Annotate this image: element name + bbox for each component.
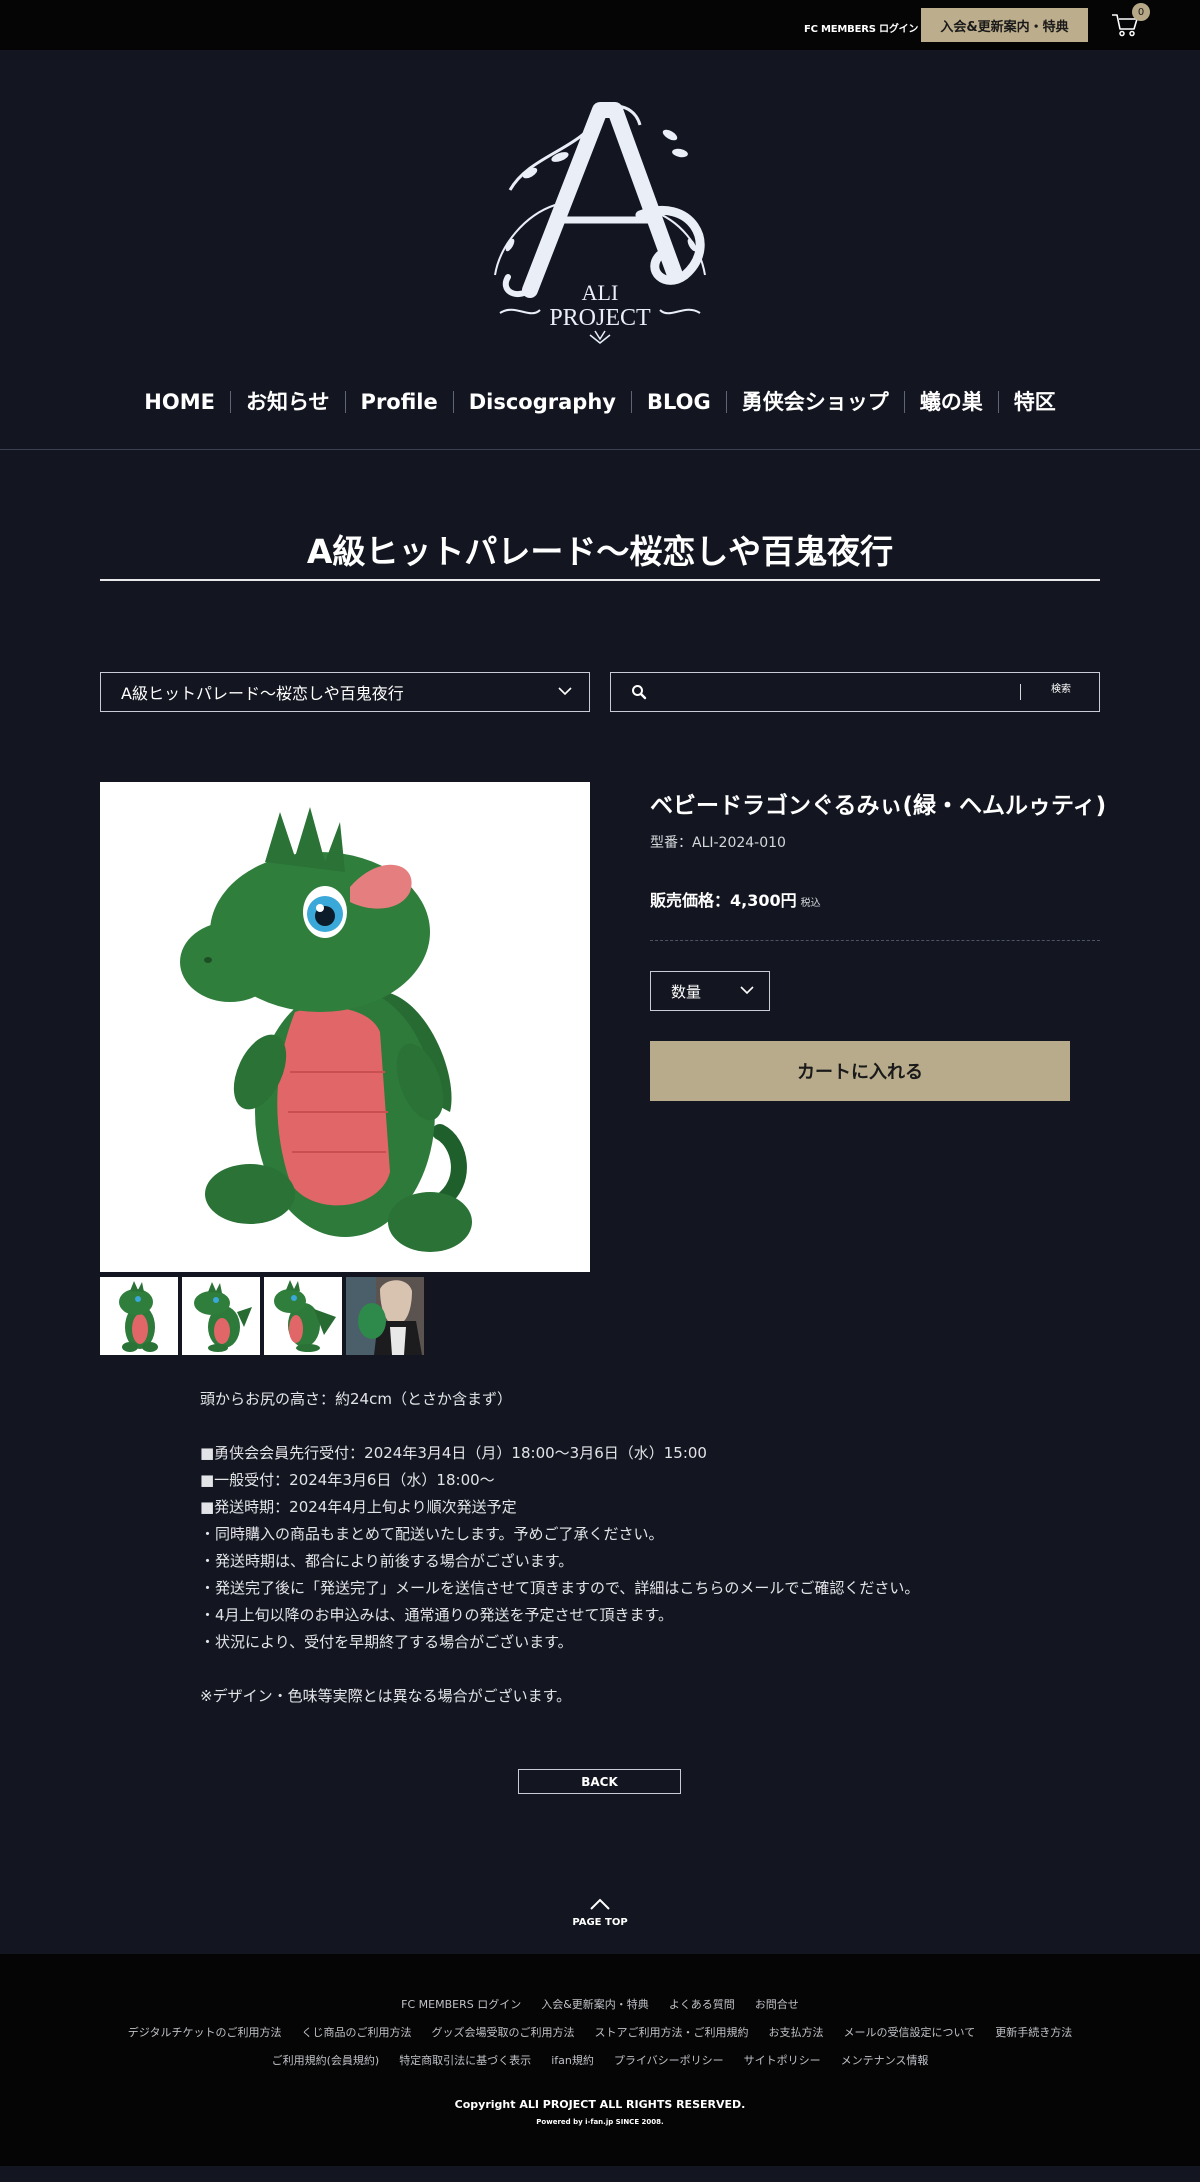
search-button[interactable]: 検索 <box>1051 680 1071 695</box>
footer-link-mail-settings[interactable]: メールの受信設定について <box>844 2024 976 2040</box>
footer-links-row-1: FC MEMBERS ログイン 入会&更新案内・特典 よくある質問 お問合せ <box>0 1996 1200 2012</box>
description-line: ■一般受付：2024年3月6日（水）18:00〜 <box>200 1471 495 1489</box>
description-line: ・4月上旬以降のお申込みは、通常通りの発送を予定させて頂きます。 <box>200 1606 674 1624</box>
logo-text-project: PROJECT <box>549 305 651 331</box>
product-thumbnail[interactable] <box>100 1277 178 1355</box>
site-logo[interactable]: ALI PROJECT <box>470 95 730 345</box>
search-icon <box>632 685 647 700</box>
cart-button[interactable]: 0 <box>1110 3 1150 42</box>
site-footer: FC MEMBERS ログイン 入会&更新案内・特典 よくある質問 お問合せ デ… <box>0 1954 1200 2166</box>
chevron-down-icon <box>740 986 754 995</box>
nav-divider <box>0 449 1200 450</box>
top-bar: FC MEMBERS ログイン 入会&更新案内・特典 0 <box>0 0 1200 50</box>
product-thumbnail[interactable] <box>182 1277 260 1355</box>
dragon-plush-image <box>180 807 472 1252</box>
footer-links-row-3: ご利用規約(会員規約) 特定商取引法に基づく表示 ifan規約 プライバシーポリ… <box>0 2052 1200 2068</box>
product-model-number: 型番：ALI-2024-010 <box>650 835 786 851</box>
description-line: ・発送時期は、都合により前後する場合がございます。 <box>200 1552 574 1570</box>
description-line <box>200 1656 1060 1683</box>
back-button[interactable]: BACK <box>518 1769 681 1794</box>
nav-shop[interactable]: 勇侠会ショップ <box>725 391 904 413</box>
fc-login-link[interactable]: FC MEMBERS ログイン <box>804 20 918 35</box>
nav-discography[interactable]: Discography <box>452 391 631 413</box>
footer-link-digital-ticket[interactable]: デジタルチケットのご利用方法 <box>128 2024 282 2040</box>
main-nav: HOME お知らせ Profile Discography BLOG 勇侠会ショ… <box>0 382 1200 422</box>
description-line: ・状況により、受付を早期終了する場合がございます。 <box>200 1633 573 1651</box>
footer-link-payment[interactable]: お支払方法 <box>769 2024 824 2040</box>
category-select[interactable]: A級ヒットパレード〜桜恋しや百鬼夜行 <box>100 672 590 712</box>
tax-label: 税込 <box>800 898 821 909</box>
artist-holding-plush-thumb <box>346 1277 424 1355</box>
logo-text-ali: ALI <box>582 280 619 305</box>
price-value: 販売価格：4,300円 <box>650 891 797 910</box>
footer-link-contact[interactable]: お問合せ <box>755 1996 799 2012</box>
nav-news[interactable]: お知らせ <box>229 391 345 413</box>
footer-link-join[interactable]: 入会&更新案内・特典 <box>541 1996 649 2012</box>
search-box: 検索 <box>610 672 1100 712</box>
nav-profile[interactable]: Profile <box>344 391 453 413</box>
product-thumbnail[interactable] <box>264 1277 342 1355</box>
nav-special[interactable]: 特区 <box>997 391 1071 413</box>
price-divider <box>650 940 1100 941</box>
description-line: ※デザイン・色味等実際とは異なる場合がございます。 <box>200 1687 572 1705</box>
footer-link-commerce-law[interactable]: 特定商取引法に基づく表示 <box>399 2052 531 2068</box>
product-name: ベビードラゴンぐるみぃ(緑・ヘムルゥティ) <box>650 793 1107 819</box>
page-top-button[interactable]: PAGE TOP <box>550 1897 650 1933</box>
footer-link-maintenance[interactable]: メンテナンス情報 <box>841 2052 929 2068</box>
chevron-up-icon <box>590 1898 610 1910</box>
footer-link-store-terms[interactable]: ストアご利用方法・ご利用規約 <box>595 2024 749 2040</box>
footer-link-privacy[interactable]: プライバシーポリシー <box>614 2052 724 2068</box>
nav-blog[interactable]: BLOG <box>630 391 726 413</box>
description-line: 頭からお尻の高さ：約24cm（とさか含まず） <box>200 1390 512 1408</box>
product-main-image[interactable] <box>100 782 590 1272</box>
search-divider <box>1020 684 1021 700</box>
chevron-down-icon <box>558 687 572 696</box>
bottom-strip <box>0 2166 1200 2182</box>
product-price: 販売価格：4,300円 税込 <box>650 887 821 911</box>
search-input[interactable] <box>655 679 1025 705</box>
product-thumbnail[interactable] <box>346 1277 424 1355</box>
footer-link-renewal[interactable]: 更新手続き方法 <box>995 2024 1072 2040</box>
page-title: A級ヒットパレード〜桜恋しや百鬼夜行 <box>306 532 894 571</box>
category-selected-value: A級ヒットパレード〜桜恋しや百鬼夜行 <box>121 684 404 703</box>
footer-link-ifan-terms[interactable]: ifan規約 <box>551 2052 594 2068</box>
nav-home[interactable]: HOME <box>129 391 230 413</box>
footer-link-site-policy[interactable]: サイトポリシー <box>744 2052 821 2068</box>
dragon-thumb-front <box>119 1281 158 1352</box>
product-description: 頭からお尻の高さ：約24cm（とさか含まず） ■勇侠会会員先行受付：2024年3… <box>200 1386 1060 1710</box>
description-line <box>200 1413 1060 1440</box>
description-line: ・発送完了後に「発送完了」メールを送信させて頂きますので、詳細はこちらのメールで… <box>200 1579 920 1597</box>
quantity-select[interactable]: 数量 <box>650 971 770 1011</box>
description-line: ■発送時期：2024年4月上旬より順次発送予定 <box>200 1498 517 1516</box>
add-to-cart-button[interactable]: カートに入れる <box>650 1041 1070 1101</box>
quantity-label: 数量 <box>671 982 702 1001</box>
footer-link-login[interactable]: FC MEMBERS ログイン <box>401 1996 521 2012</box>
footer-link-venue-pickup[interactable]: グッズ会場受取のご利用方法 <box>432 2024 575 2040</box>
nav-nest[interactable]: 蟻の巣 <box>903 391 998 413</box>
page-top-label: PAGE TOP <box>572 1917 628 1928</box>
footer-links-row-2: デジタルチケットのご利用方法 くじ商品のご利用方法 グッズ会場受取のご利用方法 … <box>0 2024 1200 2040</box>
cart-count-badge: 0 <box>1132 3 1150 21</box>
dragon-thumb-side <box>194 1282 252 1352</box>
title-underline <box>100 579 1100 581</box>
ali-project-logo: ALI PROJECT <box>494 102 706 344</box>
description-line: ・同時購入の商品もまとめて配送いたします。予めご了承ください。 <box>200 1525 664 1543</box>
dragon-thumb-profile <box>274 1280 336 1352</box>
copyright: Copyright ALI PROJECT ALL RIGHTS RESERVE… <box>454 2098 746 2111</box>
description-line: ■勇侠会会員先行受付：2024年3月4日（月）18:00〜3月6日（水）15:0… <box>200 1444 707 1462</box>
footer-link-lottery[interactable]: くじ商品のご利用方法 <box>302 2024 412 2040</box>
footer-link-member-terms[interactable]: ご利用規約(会員規約) <box>272 2052 380 2068</box>
join-info-button[interactable]: 入会&更新案内・特典 <box>921 8 1088 42</box>
footer-link-faq[interactable]: よくある質問 <box>669 1996 735 2012</box>
powered-by: Powered by i-fan.jp SINCE 2008. <box>536 2118 664 2126</box>
